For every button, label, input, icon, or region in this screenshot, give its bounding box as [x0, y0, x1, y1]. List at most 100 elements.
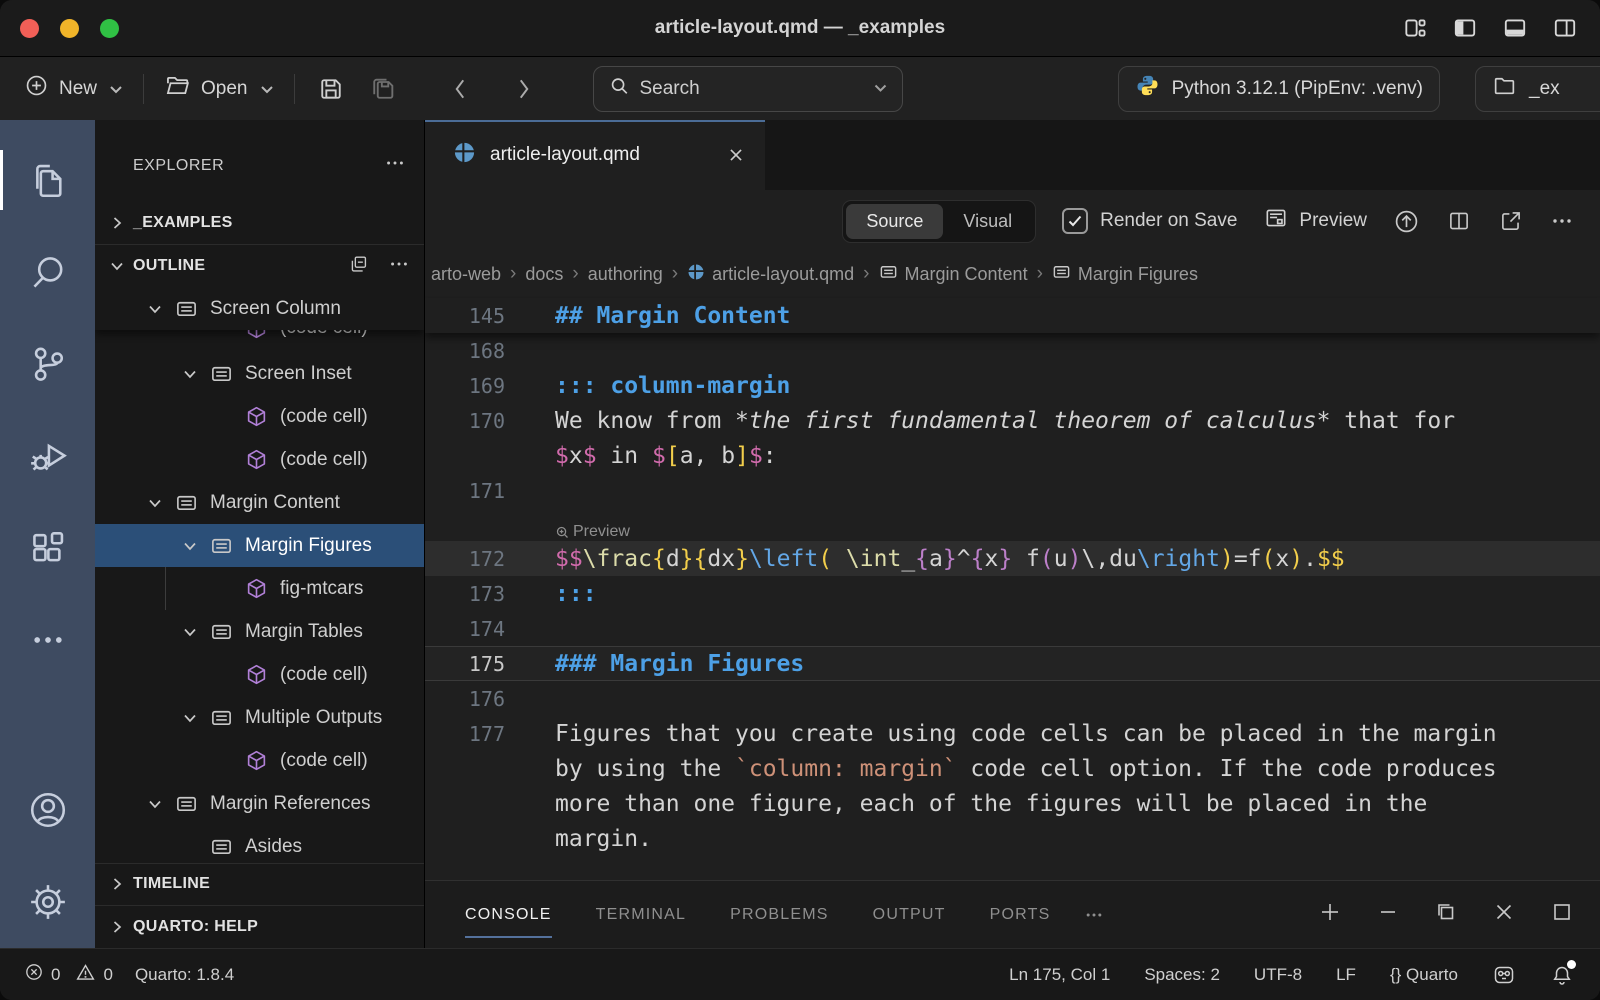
collapse-all-icon[interactable]: [348, 253, 370, 280]
tab-article-layout[interactable]: article-layout.qmd: [425, 120, 765, 190]
notifications-bell-icon[interactable]: [1550, 963, 1574, 987]
explorer-icon[interactable]: [0, 134, 95, 226]
indentation-status[interactable]: Spaces: 2: [1144, 965, 1220, 985]
toggle-left-sidebar-icon[interactable]: [1452, 15, 1478, 41]
more-panel-tabs-icon[interactable]: [1084, 905, 1104, 925]
feedback-smiley-icon[interactable]: [1492, 963, 1516, 987]
code-line[interactable]: 168: [425, 333, 1600, 368]
more-views-icon[interactable]: [0, 594, 95, 686]
more-actions-icon[interactable]: [1550, 209, 1574, 233]
checkbox-checked-icon[interactable]: [1062, 208, 1088, 234]
close-panel-icon[interactable]: [1492, 900, 1516, 929]
more-actions-icon[interactable]: [384, 152, 406, 179]
breadcrumb-item[interactable]: arto-web: [431, 264, 501, 285]
save-button[interactable]: [305, 75, 357, 103]
panel-tab-problems[interactable]: PROBLEMS: [730, 900, 829, 930]
chevron-down-icon[interactable]: [873, 80, 888, 98]
section-outline[interactable]: OUTLINE: [95, 244, 424, 287]
breadcrumb-item[interactable]: authoring: [588, 264, 663, 285]
toggle-bottom-panel-icon[interactable]: [1502, 15, 1528, 41]
more-actions-icon[interactable]: [388, 253, 410, 280]
search-input[interactable]: Search: [593, 66, 903, 112]
problems-status[interactable]: 0 0: [24, 962, 113, 988]
chevron-down-icon[interactable]: [175, 538, 205, 554]
breadcrumb-item[interactable]: article-layout.qmd: [687, 263, 854, 286]
panel-tab-output[interactable]: OUTPUT: [873, 900, 946, 930]
outline-item[interactable]: Screen Column: [95, 287, 424, 330]
code-line[interactable]: $x$ in $[a, b]$:: [425, 438, 1600, 473]
search-view-icon[interactable]: [0, 226, 95, 318]
code-line[interactable]: by using the `column: margin` code cell …: [425, 751, 1600, 786]
new-console-plus-icon[interactable]: [1318, 900, 1342, 929]
section-examples[interactable]: _EXAMPLES: [95, 202, 424, 245]
code-editor[interactable]: 145## Margin Content168169::: column-mar…: [425, 296, 1600, 880]
publish-icon[interactable]: [1393, 208, 1420, 235]
split-editor-icon[interactable]: [1446, 208, 1472, 234]
new-button[interactable]: New: [14, 73, 133, 104]
outline-item[interactable]: Multiple Outputs: [95, 696, 424, 739]
visual-mode-button[interactable]: Visual: [943, 204, 1032, 239]
outline-item[interactable]: Margin References: [95, 782, 424, 825]
code-line[interactable]: 172$$\frac{d}{dx}\left( \int_{a}^{x} f(u…: [425, 541, 1600, 576]
preview-button[interactable]: Preview: [1263, 205, 1367, 237]
outline-item[interactable]: (code cell): [95, 395, 424, 438]
outline-item[interactable]: (code cell): [95, 739, 424, 782]
run-debug-icon[interactable]: [0, 410, 95, 502]
chevron-down-icon[interactable]: [175, 366, 205, 382]
forward-button[interactable]: [501, 76, 547, 102]
code-line[interactable]: 169::: column-margin: [425, 368, 1600, 403]
outline-item[interactable]: Margin Figures: [95, 524, 424, 567]
customize-layout-icon[interactable]: [1402, 15, 1428, 41]
eol-status[interactable]: LF: [1336, 965, 1356, 985]
code-line[interactable]: margin.: [425, 821, 1600, 856]
outline-item[interactable]: Margin Tables: [95, 610, 424, 653]
code-line[interactable]: 173:::: [425, 576, 1600, 611]
code-line[interactable]: 177Figures that you create using code ce…: [425, 716, 1600, 751]
source-control-icon[interactable]: [0, 318, 95, 410]
outline-item[interactable]: (code cell): [95, 438, 424, 481]
open-button[interactable]: Open: [154, 72, 283, 105]
section-quarto-help[interactable]: QUARTO: HELP: [95, 905, 424, 948]
outline-item[interactable]: Asides: [95, 825, 424, 863]
close-icon[interactable]: [727, 146, 745, 164]
chevron-down-icon[interactable]: [140, 301, 170, 317]
language-mode-status[interactable]: {} Quarto: [1390, 965, 1458, 985]
toggle-right-sidebar-icon[interactable]: [1552, 15, 1578, 41]
outline-item[interactable]: (code cell): [95, 330, 424, 352]
outline-item[interactable]: Margin Content: [95, 481, 424, 524]
chevron-down-icon[interactable]: [175, 710, 205, 726]
code-line[interactable]: 170We know from *the first fundamental t…: [425, 403, 1600, 438]
chevron-down-icon[interactable]: [140, 796, 170, 812]
quarto-version-status[interactable]: Quarto: 1.8.4: [135, 965, 234, 985]
settings-gear-icon[interactable]: [0, 856, 95, 948]
outline-item[interactable]: Screen Inset: [95, 352, 424, 395]
code-line[interactable]: 175### Margin Figures: [425, 646, 1600, 681]
breadcrumb-item[interactable]: Margin Figures: [1052, 262, 1198, 286]
restore-panel-icon[interactable]: [1434, 900, 1458, 929]
render-on-save-toggle[interactable]: Render on Save: [1062, 208, 1237, 234]
section-timeline[interactable]: TIMELINE: [95, 863, 424, 906]
extensions-icon[interactable]: [0, 502, 95, 594]
code-line[interactable]: 174: [425, 611, 1600, 646]
outline-item[interactable]: (code cell): [95, 653, 424, 696]
outline-item[interactable]: fig-mtcars: [95, 567, 424, 610]
panel-tab-ports[interactable]: PORTS: [990, 900, 1051, 930]
open-external-icon[interactable]: [1498, 208, 1524, 234]
save-all-button[interactable]: [357, 75, 409, 103]
account-icon[interactable]: [0, 764, 95, 856]
chevron-down-icon[interactable]: [175, 624, 205, 640]
minimize-panel-icon[interactable]: [1376, 900, 1400, 929]
code-line[interactable]: more than one figure, each of the figure…: [425, 786, 1600, 821]
code-lens[interactable]: Preview: [425, 508, 1600, 541]
code-line[interactable]: 171: [425, 473, 1600, 508]
project-button[interactable]: _ex: [1475, 66, 1600, 112]
chevron-down-icon[interactable]: [140, 495, 170, 511]
code-line[interactable]: 176: [425, 681, 1600, 716]
maximize-panel-icon[interactable]: [1550, 900, 1574, 929]
encoding-status[interactable]: UTF-8: [1254, 965, 1302, 985]
sticky-code-line[interactable]: 145## Margin Content: [425, 298, 1600, 333]
panel-tab-terminal[interactable]: TERMINAL: [596, 900, 687, 930]
breadcrumb-item[interactable]: docs: [525, 264, 563, 285]
interpreter-selector[interactable]: Python 3.12.1 (PipEnv: .venv): [1118, 66, 1440, 112]
source-mode-button[interactable]: Source: [846, 204, 943, 239]
